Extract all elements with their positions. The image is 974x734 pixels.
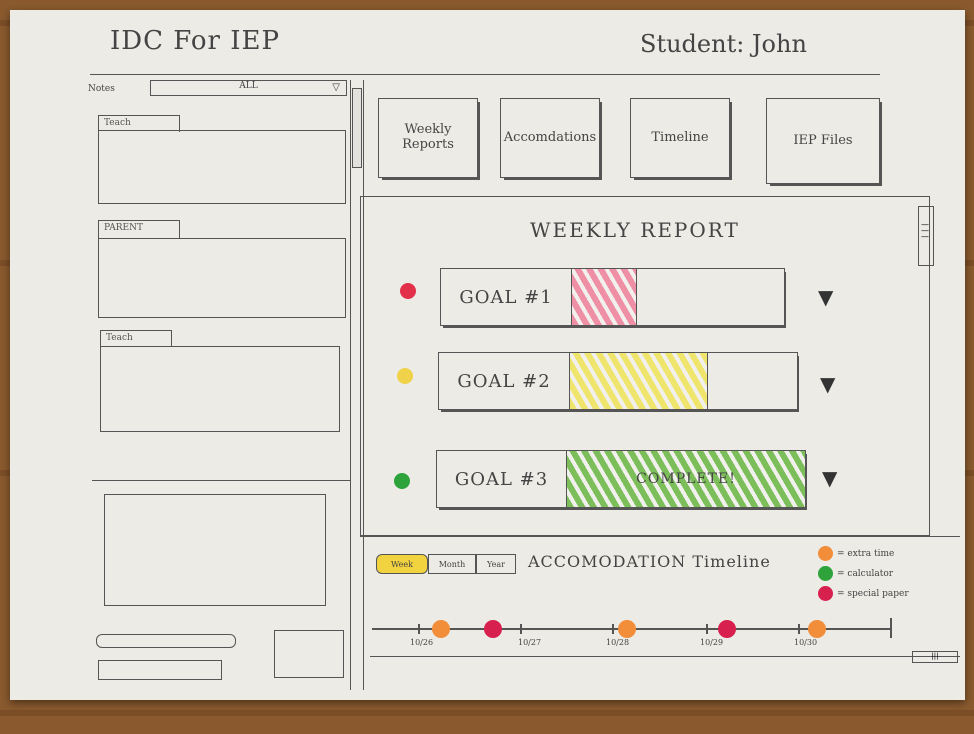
goal-label: GOAL #2 [439,353,570,409]
range-year-button[interactable]: Year [476,554,516,574]
note-card-teach[interactable] [98,130,346,204]
timeline-date-label: 10/26 [410,638,434,647]
notes-filter-select[interactable]: ALL ▽ [150,80,347,96]
expand-triangle-icon[interactable]: ▼ [822,466,837,490]
scroll-grip-icon: — — — [921,220,929,241]
timeline-tick [418,624,420,634]
goal-status-dot [397,368,413,384]
timeline-tick [706,624,708,634]
timeline-event-marker[interactable] [808,620,826,638]
report-title: WEEKLY REPORT [530,218,740,242]
legend-item: = extra time [818,546,894,561]
note-input-field[interactable] [96,634,236,648]
goal-progress-bar[interactable]: GOAL #1 [440,268,785,326]
timeline-tick [798,624,800,634]
goal-progress-remaining [636,269,784,325]
note-tab-label: Teach [106,333,133,343]
note-card-teach-2[interactable] [100,346,340,432]
legend-dot [818,566,833,581]
app-title: IDC For IEP [110,26,280,56]
note-tab-label: Teach [104,118,131,128]
legend-label: = extra time [837,548,895,559]
goal-complete-text: COMPLETE! [636,471,736,487]
timeline-horizontal-scrollbar[interactable]: ||| [912,651,958,663]
expand-triangle-icon[interactable]: ▼ [818,285,833,309]
legend-dot [818,546,833,561]
goal-status-dot [400,283,416,299]
timeline-button[interactable]: Timeline [630,98,730,178]
legend-label: = special paper [837,588,909,599]
notes-filter-value: ALL [239,81,258,91]
goal-label: GOAL #3 [437,451,567,507]
goal-label: GOAL #1 [441,269,572,325]
goal-progress-remaining [707,353,797,409]
goal-progress-fill [572,269,636,325]
timeline-axis-end [890,618,892,638]
accommodations-button[interactable]: Accomdations [500,98,600,178]
note-tab-label: PARENT [104,223,143,233]
goal-progress-bar[interactable]: GOAL #2 [438,352,798,410]
timeline-event-marker[interactable] [432,620,450,638]
timeline-tick [612,624,614,634]
expand-triangle-icon[interactable]: ▼ [820,372,835,396]
note-compose-area[interactable] [104,494,326,606]
note-input-field-2[interactable] [98,660,222,680]
iep-files-button[interactable]: IEP Files [766,98,880,184]
header-divider [90,74,880,75]
timeline-date-label: 10/30 [794,638,818,647]
sidebar-divider [92,480,350,481]
goal-progress-fill [570,353,707,409]
note-card-parent[interactable] [98,238,346,318]
chevron-down-icon: ▽ [332,82,340,93]
timeline-date-label: 10/29 [700,638,724,647]
timeline-event-marker[interactable] [484,620,502,638]
goal-status-dot [394,473,410,489]
legend-dot [818,586,833,601]
sidebar-scrollbar-thumb[interactable] [352,88,362,168]
timeline-tick [520,624,522,634]
notes-label: Notes [88,84,115,94]
range-week-button[interactable]: Week [376,554,428,574]
legend-label: = calculator [837,568,894,579]
goal-progress-bar[interactable]: GOAL #3 COMPLETE! [436,450,806,508]
weekly-reports-button[interactable]: Weekly Reports [378,98,478,178]
timeline-title: ACCOMODATION Timeline [528,552,771,571]
timeline-event-marker[interactable] [618,620,636,638]
range-month-button[interactable]: Month [428,554,476,574]
timeline-event-marker[interactable] [718,620,736,638]
timeline-date-label: 10/27 [518,638,542,647]
student-name: Student: John [640,30,807,58]
goal-progress-fill: COMPLETE! [567,451,805,507]
timeline-date-label: 10/28 [606,638,630,647]
legend-item: = calculator [818,566,893,581]
timeline-bottom-border [370,656,960,658]
note-submit-button[interactable] [274,630,344,678]
legend-item: = special paper [818,586,909,601]
